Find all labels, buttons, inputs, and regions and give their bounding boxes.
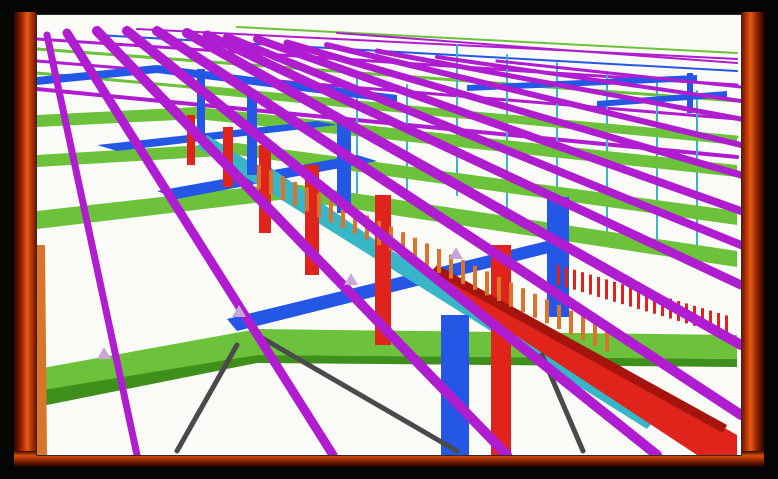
stud [317, 193, 321, 217]
stud [605, 279, 608, 300]
stud [521, 288, 525, 313]
stud [557, 265, 560, 285]
stud [497, 277, 501, 301]
stud [305, 187, 309, 212]
stud [461, 260, 465, 285]
stud [437, 249, 441, 273]
stud [565, 267, 568, 288]
stud [533, 293, 537, 318]
stud [589, 274, 592, 295]
stud [569, 310, 573, 335]
stud [613, 281, 616, 302]
flame-border-left [14, 12, 36, 458]
stud [573, 269, 576, 290]
flame-border-right [742, 12, 764, 458]
stud [581, 316, 585, 341]
model-viewport [36, 14, 742, 456]
stud [629, 286, 632, 307]
stud [281, 176, 285, 201]
stud [329, 198, 333, 223]
stud [581, 272, 584, 293]
stud [293, 181, 297, 206]
stud [473, 265, 477, 290]
stud [257, 165, 261, 189]
stud [269, 170, 273, 195]
stud [621, 284, 624, 305]
stud [597, 277, 600, 297]
image-frame [0, 0, 778, 479]
stud [509, 282, 513, 307]
stud [545, 299, 549, 324]
stud [557, 305, 561, 329]
steel-structure-render [37, 15, 741, 455]
stud [485, 271, 489, 296]
